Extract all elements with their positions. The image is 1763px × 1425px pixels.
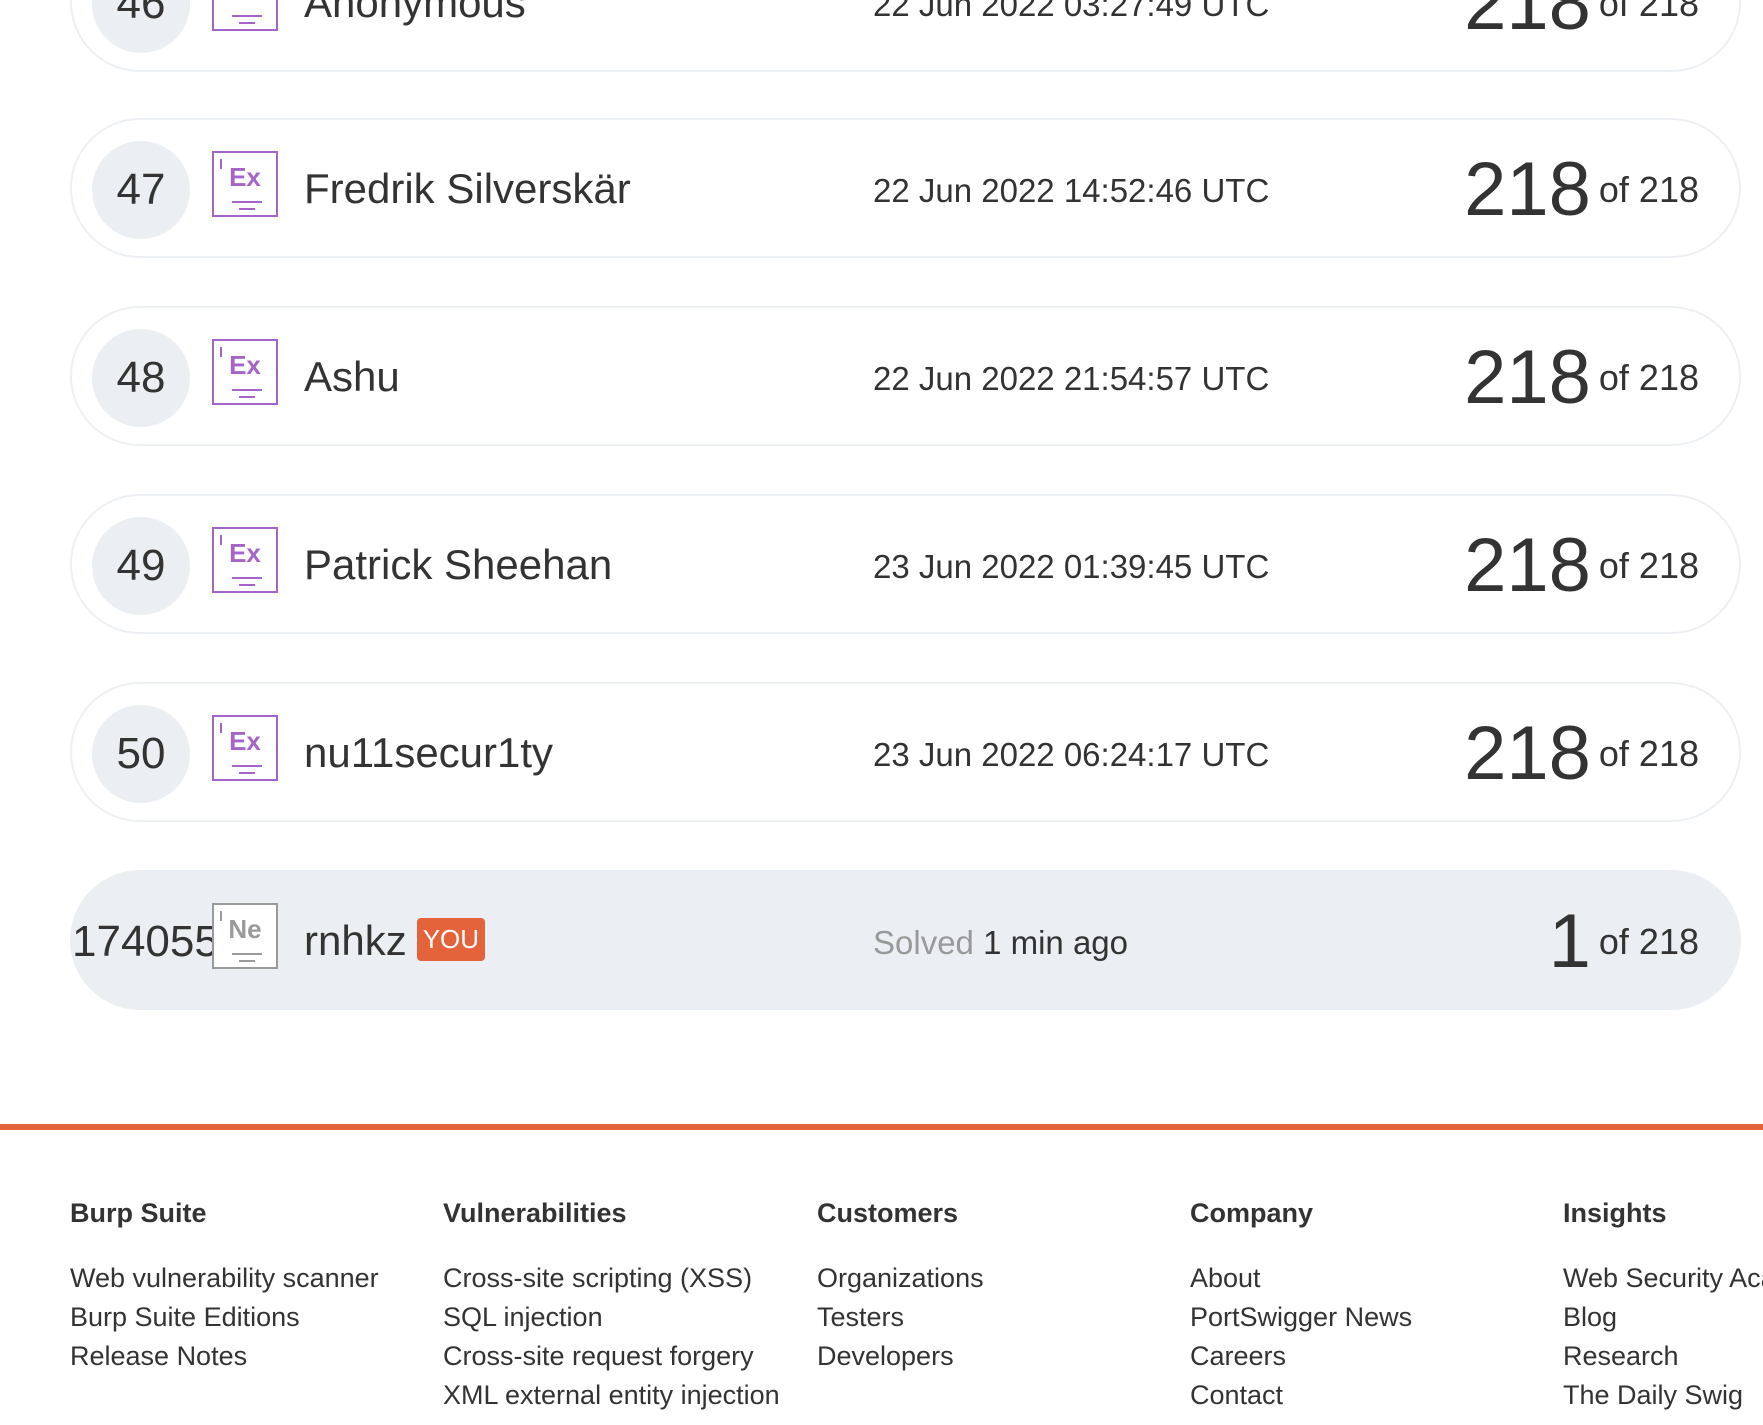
footer-column-vulnerabilities: Vulnerabilities Cross-site scripting (XS…: [443, 1198, 780, 1415]
footer-column-customers: Customers Organizations Testers Develope…: [817, 1198, 984, 1376]
footer-link[interactable]: Contact: [1190, 1376, 1412, 1415]
your-leaderboard-row: 174055 Ne rnhkz YOU Solved 1 min ago 1 of …: [70, 870, 1741, 1010]
score: 218 of 218: [1464, 0, 1699, 47]
score: 218 of 218: [1464, 146, 1699, 233]
footer-link[interactable]: SQL injection: [443, 1298, 780, 1337]
footer-link[interactable]: The Daily Swig: [1563, 1376, 1763, 1415]
completion-time: 22 Jun 2022 03:27:49 UTC: [873, 0, 1270, 23]
completion-time: 22 Jun 2022 14:52:46 UTC: [873, 172, 1270, 209]
rank-number: 50: [92, 705, 190, 803]
expert-badge-icon: Ex: [212, 151, 278, 217]
footer-link[interactable]: Web Security Academy: [1563, 1259, 1763, 1298]
score-total: of 218: [1598, 544, 1699, 586]
footer-link[interactable]: Burp Suite Editions: [70, 1298, 379, 1337]
score-total: of 218: [1598, 356, 1699, 398]
rank-number: 46: [92, 0, 190, 53]
footer-link[interactable]: Release Notes: [70, 1337, 379, 1376]
solved-time: Solved 1 min ago: [873, 924, 1129, 961]
score-total: of 218: [1598, 168, 1699, 210]
footer-link[interactable]: XML external entity injection: [443, 1376, 780, 1415]
leaderboard-row: 49 Ex Patrick Sheehan 23 Jun 2022 01:39:…: [70, 494, 1741, 634]
footer-column-company: Company About PortSwigger News Careers C…: [1190, 1198, 1412, 1415]
footer-column-insights: Insights Web Security Academy Blog Resea…: [1563, 1198, 1763, 1415]
footer-link[interactable]: Testers: [817, 1298, 984, 1337]
score: 218 of 218: [1464, 522, 1699, 609]
user-name: Ashu: [304, 353, 400, 400]
score: 218 of 218: [1464, 334, 1699, 421]
user-name: Fredrik Silverskär: [304, 165, 631, 212]
score: 1 of 218: [1549, 898, 1699, 985]
user-name: Patrick Sheehan: [304, 541, 613, 588]
footer-link[interactable]: Web vulnerability scanner: [70, 1259, 379, 1298]
footer-heading: Insights: [1563, 1198, 1667, 1228]
footer-link[interactable]: Developers: [817, 1337, 984, 1376]
user-name: Anonymous: [304, 0, 526, 26]
footer-heading: Company: [1190, 1198, 1314, 1228]
score-value: 218: [1464, 711, 1591, 796]
user-name: rnhkz YOU: [304, 917, 486, 965]
score-total: of 218: [1598, 0, 1699, 24]
expert-badge-icon: Ex: [212, 0, 278, 31]
completion-time: 22 Jun 2022 21:54:57 UTC: [873, 360, 1270, 397]
score-total: of 218: [1598, 920, 1699, 962]
footer-heading: Customers: [817, 1198, 959, 1228]
footer-heading: Burp Suite: [70, 1198, 207, 1228]
footer-link[interactable]: About: [1190, 1259, 1412, 1298]
user-name: nu11secur1ty: [304, 729, 554, 776]
rank-number: 174055: [72, 917, 219, 966]
footer-link[interactable]: Careers: [1190, 1337, 1412, 1376]
footer-link[interactable]: Blog: [1563, 1298, 1763, 1337]
score-value: 218: [1464, 0, 1591, 46]
score-value: 218: [1464, 335, 1591, 420]
score-value: 218: [1464, 523, 1591, 608]
footer-link[interactable]: Research: [1563, 1337, 1763, 1376]
rank-number: 47: [92, 141, 190, 239]
you-badge: YOU: [416, 918, 486, 962]
rank-number: 48: [92, 329, 190, 427]
leaderboard-row: 48 Ex Ashu 22 Jun 2022 21:54:57 UTC 218 o…: [70, 306, 1741, 446]
rank-number: 49: [92, 517, 190, 615]
completion-time: 23 Jun 2022 06:24:17 UTC: [873, 736, 1270, 773]
completion-time: 23 Jun 2022 01:39:45 UTC: [873, 548, 1270, 585]
footer-link[interactable]: PortSwigger News: [1190, 1298, 1412, 1337]
leaderboard-row: 47 Ex Fredrik Silverskär 22 Jun 2022 14:…: [70, 118, 1741, 258]
expert-badge-icon: Ex: [212, 715, 278, 781]
leaderboard-row: 50 Ex nu11secur1ty 23 Jun 2022 06:24:17 …: [70, 682, 1741, 822]
novice-badge-icon: Ne: [212, 903, 278, 969]
expert-badge-icon: Ex: [212, 527, 278, 593]
leaderboard-list: 46 Ex Anonymous 22 Jun 2022 03:27:49 UTC…: [0, 0, 1763, 1050]
score-value: 218: [1464, 147, 1591, 232]
expert-badge-icon: Ex: [212, 339, 278, 405]
footer-link[interactable]: Organizations: [817, 1259, 984, 1298]
score-value: 1: [1548, 899, 1591, 984]
score-total: of 218: [1598, 732, 1699, 774]
score: 218 of 218: [1464, 710, 1699, 797]
footer-column-burp-suite: Burp Suite Web vulnerability scanner Bur…: [70, 1198, 379, 1376]
footer-heading: Vulnerabilities: [443, 1198, 627, 1228]
site-footer: Burp Suite Web vulnerability scanner Bur…: [0, 1130, 1763, 1425]
footer-link[interactable]: Cross-site scripting (XSS): [443, 1259, 780, 1298]
leaderboard-row: 46 Ex Anonymous 22 Jun 2022 03:27:49 UTC…: [70, 0, 1741, 72]
footer-link[interactable]: Cross-site request forgery: [443, 1337, 780, 1376]
